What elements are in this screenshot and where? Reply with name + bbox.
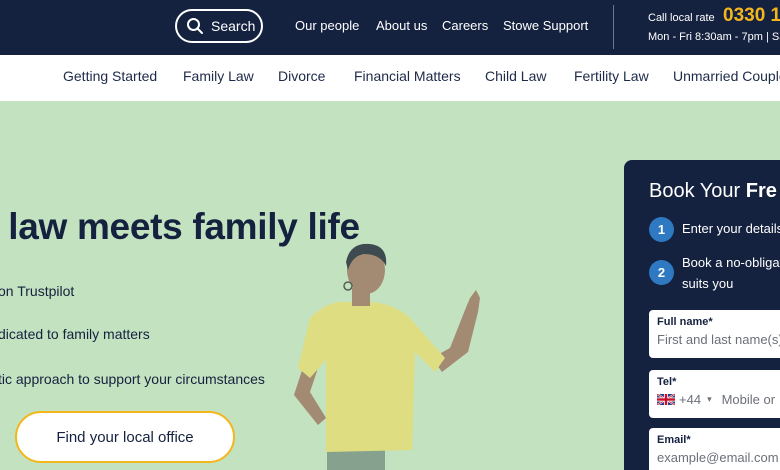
search-icon xyxy=(187,18,203,34)
nav-item-unmarried-couples[interactable]: Unmarried Couples xyxy=(673,68,780,84)
step-text-1: Enter your details xyxy=(682,221,780,236)
tel-label: Tel* xyxy=(657,376,677,388)
nav-item-getting-started[interactable]: Getting Started xyxy=(63,68,157,84)
full-name-label: Full name* xyxy=(657,316,713,328)
opening-hours: Mon - Fri 8:30am - 7pm | Sa xyxy=(648,31,780,43)
email-input[interactable]: example@email.com xyxy=(657,450,780,465)
step-number-1: 1 xyxy=(649,217,674,242)
nav-item-fertility-law[interactable]: Fertility Law xyxy=(574,68,649,84)
full-name-input[interactable]: First and last name(s) xyxy=(657,332,780,347)
our-people-link[interactable]: Our people xyxy=(295,18,359,33)
nav-item-child-law[interactable]: Child Law xyxy=(485,68,546,84)
tel-field[interactable]: Tel* +44 ▾ Mobile or xyxy=(649,370,780,418)
tel-input[interactable]: Mobile or xyxy=(722,392,775,407)
topbar-divider xyxy=(613,5,614,49)
booking-title-bold: Fre xyxy=(745,180,777,202)
full-name-field[interactable]: Full name* First and last name(s) xyxy=(649,310,780,358)
find-local-office-button[interactable]: Find your local office xyxy=(15,411,235,463)
booking-panel: Book Your Fre 1 Enter your details 2 Boo… xyxy=(624,160,780,470)
stowe-support-link[interactable]: Stowe Support xyxy=(503,18,588,33)
main-nav: Getting Started Family Law Divorce Finan… xyxy=(0,55,780,101)
search-button[interactable]: Search xyxy=(175,9,263,43)
uk-flag-icon[interactable] xyxy=(657,394,675,405)
feature-approach: tic approach to support your circumstanc… xyxy=(0,371,265,387)
feature-trustpilot: on Trustpilot xyxy=(0,283,75,299)
email-label: Email* xyxy=(657,434,691,446)
email-field[interactable]: Email* example@email.com xyxy=(649,428,780,470)
woman-waving-illustration xyxy=(294,243,480,470)
top-bar: Search Our people About us Careers Stowe… xyxy=(0,0,780,55)
feature-family-matters: dicated to family matters xyxy=(0,326,150,342)
phone-number-link[interactable]: 0330 1 xyxy=(723,5,780,27)
call-label: Call local rate xyxy=(648,12,715,24)
nav-item-financial-matters[interactable]: Financial Matters xyxy=(354,68,461,84)
step-number-2: 2 xyxy=(649,260,674,285)
step-text-2-line1: Book a no-obligat xyxy=(682,255,780,270)
about-us-link[interactable]: About us xyxy=(376,18,427,33)
booking-title-regular: Book Your xyxy=(649,180,746,202)
country-dropdown-icon[interactable]: ▾ xyxy=(707,394,712,405)
careers-link[interactable]: Careers xyxy=(442,18,488,33)
booking-title: Book Your Fre xyxy=(649,180,777,203)
country-code[interactable]: +44 xyxy=(679,392,701,407)
search-label: Search xyxy=(211,18,256,34)
nav-item-divorce[interactable]: Divorce xyxy=(278,68,325,84)
step-text-2-line2: suits you xyxy=(682,276,734,291)
nav-item-family-law[interactable]: Family Law xyxy=(183,68,254,84)
